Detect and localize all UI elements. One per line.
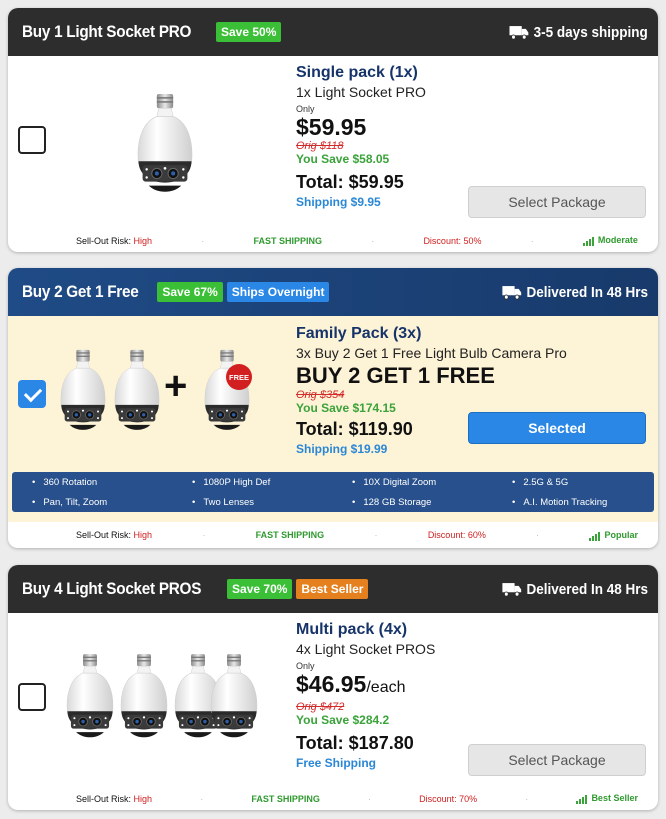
package-card-multi[interactable]: Buy 4 Light Socket PROS Save 70% Best Se… [8, 565, 658, 810]
sellout-risk: Sell-Out Risk: High [76, 235, 153, 246]
shipping-cost: Free Shipping [296, 756, 377, 770]
package-footer: Sell-Out Risk: High · FAST SHIPPING · Di… [76, 793, 638, 804]
feature-item: 128 GB Storage [352, 497, 512, 513]
package-title: Buy 2 Get 1 Free [22, 282, 139, 301]
per-each-label: /each [366, 679, 406, 696]
feature-item: 10X Digital Zoom [352, 477, 512, 493]
package-header: Buy 4 Light Socket PROS Save 70% Best Se… [8, 565, 658, 613]
feature-item: 2.5G & 5G [512, 477, 658, 493]
package-checkbox-checked[interactable] [18, 380, 46, 408]
shipping-eta-label: Delivered In 48 Hrs [526, 580, 648, 598]
package-name: Single pack (1x) [296, 64, 418, 81]
total-price: Total: $187.80 [296, 733, 414, 753]
bulb-camera-image [208, 641, 260, 759]
signal-bars-icon [582, 236, 595, 246]
bulb-camera-image [202, 342, 252, 446]
save-badge: Save 50% [216, 22, 282, 42]
bulb-camera-image [112, 342, 162, 446]
total-price: Total: $59.95 [296, 172, 404, 192]
original-price: Orig $118 [296, 140, 344, 152]
price: $59.95 [296, 114, 367, 140]
bulb-camera-image [58, 342, 108, 446]
sellout-risk: Sell-Out Risk: High [76, 530, 153, 540]
feature-item: 1080P High Def [192, 477, 352, 493]
demand-label: Moderate [582, 235, 638, 246]
original-price: Orig $472 [296, 701, 345, 713]
original-price: Orig $354 [296, 389, 345, 401]
package-title: Buy 4 Light Socket PROS [22, 579, 202, 598]
package-header: Buy 2 Get 1 Free Save 67% Ships Overnigh… [8, 268, 658, 316]
shipping-cost: Shipping $9.95 [296, 195, 381, 209]
save-badge: Save 67% [157, 282, 223, 302]
bulb-camera-image [64, 641, 116, 759]
package-footer: Sell-Out Risk: High · FAST SHIPPING · Di… [8, 522, 658, 548]
package-subtitle: 1x Light Socket PRO [296, 84, 426, 100]
sellout-risk: Sell-Out Risk: High [76, 793, 153, 804]
ships-overnight-badge: Ships Overnight [226, 282, 330, 302]
shipping-eta-label: 3-5 days shipping [533, 23, 648, 41]
shipping-eta: Delivered In 48 Hrs [502, 284, 648, 301]
bulb-camera-image [118, 641, 170, 759]
package-name: Family Pack (3x) [296, 325, 422, 342]
truck-icon [502, 285, 522, 300]
feature-item: 360 Rotation [32, 477, 192, 493]
only-label: Only [296, 104, 315, 114]
fast-shipping-label: FAST SHIPPING [255, 530, 325, 540]
fast-shipping-label: FAST SHIPPING [251, 793, 320, 804]
demand-label: Best Seller [576, 793, 638, 804]
fast-shipping-label: FAST SHIPPING [253, 235, 322, 246]
only-label: Only [296, 661, 315, 671]
package-info: Multi pack (4x) 4x Light Socket PROS Onl… [296, 613, 435, 770]
select-package-button[interactable]: Select Package [468, 744, 646, 776]
discount-label: Discount: 60% [427, 530, 486, 540]
signal-bars-icon [576, 794, 588, 804]
truck-icon [510, 25, 530, 40]
feature-list: 360 Rotation 1080P High Def 10X Digital … [12, 472, 654, 512]
bulb-camera-image [134, 92, 196, 204]
package-subtitle: 4x Light Socket PROS [296, 641, 436, 657]
package-name: Multi pack (4x) [296, 621, 408, 638]
you-save: You Save $284.2 [296, 713, 390, 727]
selected-button[interactable]: Selected [468, 412, 646, 444]
select-package-button[interactable]: Select Package [468, 186, 646, 218]
shipping-eta-label: Delivered In 48 Hrs [526, 283, 648, 301]
feature-item: Pan, Tilt, Zoom [32, 497, 192, 513]
save-badge: Save 70% [227, 579, 293, 599]
package-title: Buy 1 Light Socket PRO [22, 22, 192, 41]
feature-item: A.I. Motion Tracking [512, 497, 658, 513]
package-info: Single pack (1x) 1x Light Socket PRO Onl… [296, 56, 426, 209]
discount-label: Discount: 70% [419, 793, 478, 804]
package-footer: Sell-Out Risk: High · FAST SHIPPING · Di… [76, 235, 638, 246]
shipping-eta: Delivered In 48 Hrs [502, 581, 648, 598]
you-save: You Save $58.05 [296, 152, 390, 166]
signal-bars-icon [589, 531, 601, 541]
discount-label: Discount: 50% [423, 235, 482, 246]
demand-label: Popular [589, 530, 638, 541]
package-checkbox[interactable] [18, 683, 46, 711]
package-card-single[interactable]: Buy 1 Light Socket PRO Save 50% 3-5 days… [8, 8, 658, 252]
package-checkbox[interactable] [18, 126, 46, 154]
shipping-cost: Shipping $19.99 [296, 442, 388, 456]
package-subtitle: 3x Buy 2 Get 1 Free Light Bulb Camera Pr… [296, 345, 567, 361]
shipping-eta: 3-5 days shipping [510, 24, 648, 41]
package-card-family[interactable]: Buy 2 Get 1 Free Save 67% Ships Overnigh… [8, 268, 658, 548]
package-header: Buy 1 Light Socket PRO Save 50% 3-5 days… [8, 8, 658, 56]
truck-icon [502, 582, 522, 597]
best-seller-badge: Best Seller [296, 579, 369, 599]
promo-headline: BUY 2 GET 1 FREE [296, 363, 495, 388]
price: $46.95/each [296, 671, 406, 697]
plus-icon: + [164, 364, 188, 408]
free-tag: FREE [226, 364, 252, 390]
feature-item: Two Lenses [192, 497, 352, 513]
